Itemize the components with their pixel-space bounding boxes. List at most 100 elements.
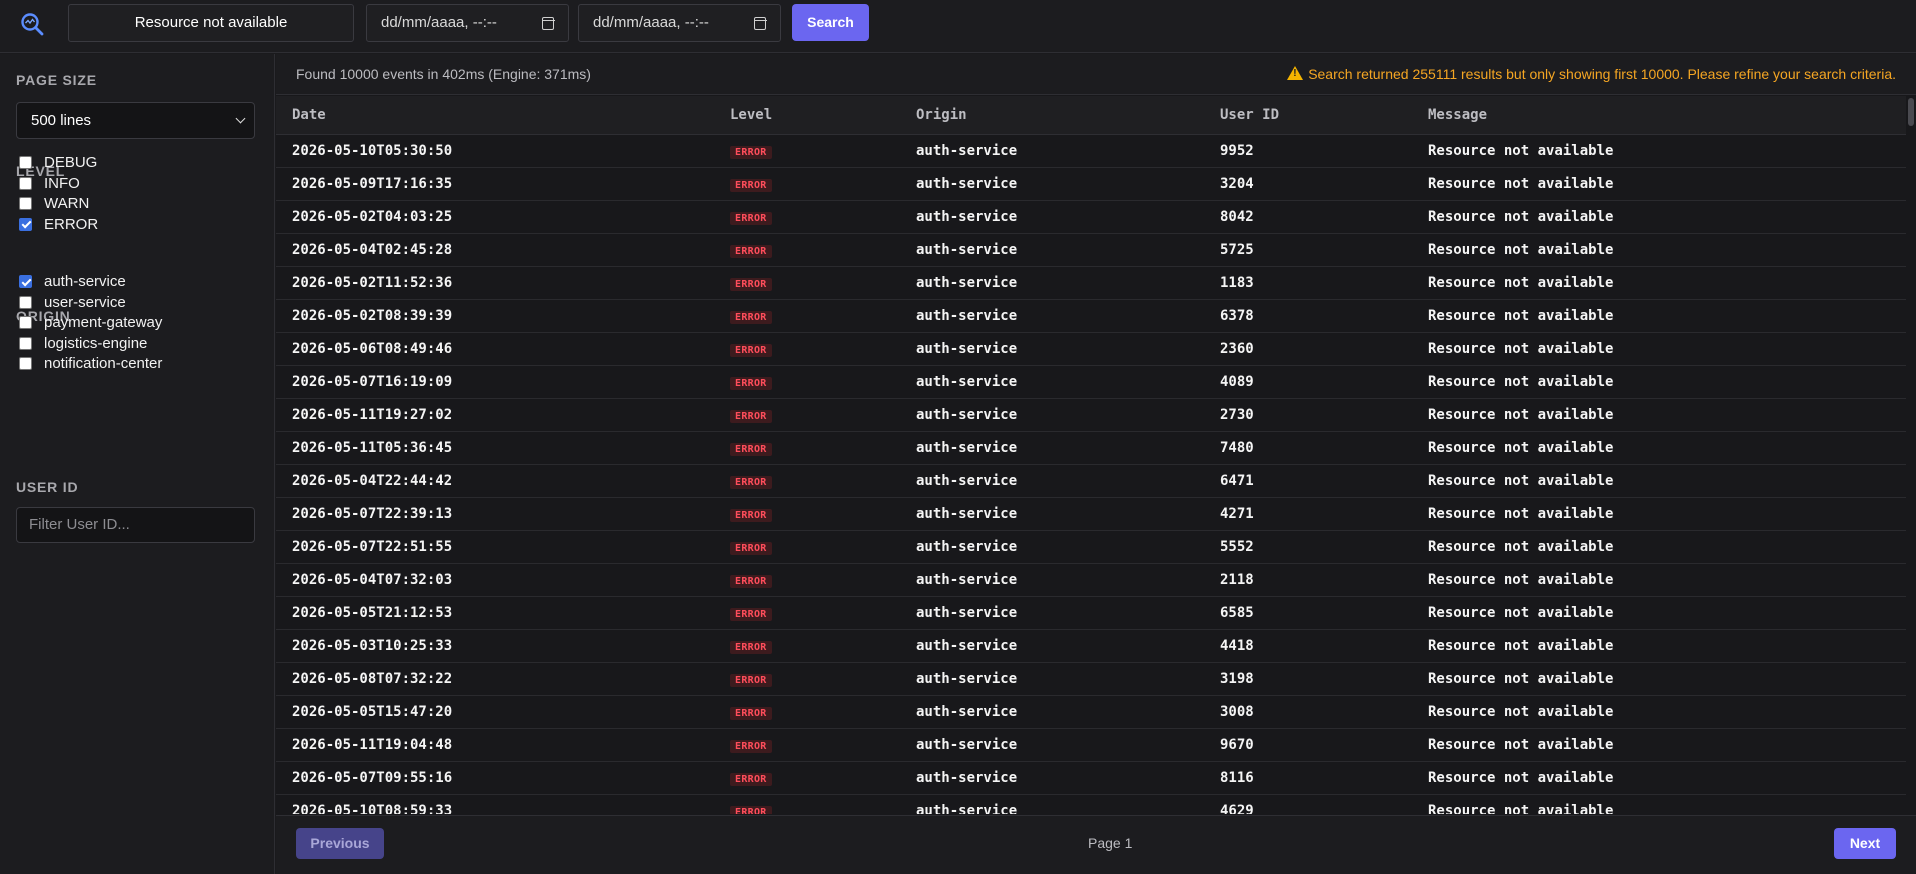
checkbox[interactable] <box>19 197 32 210</box>
cell-origin: auth-service <box>900 662 1204 696</box>
level-badge: ERROR <box>730 145 772 159</box>
checkbox-label: DEBUG <box>44 154 98 171</box>
scrollbar-thumb[interactable] <box>1908 98 1914 126</box>
calendar-icon[interactable] <box>541 17 555 30</box>
table-row[interactable]: 2026-05-09T17:16:35 ERROR auth-service 3204… <box>276 167 1906 201</box>
cell-origin: auth-service <box>900 134 1204 168</box>
cell-message: Resource not available <box>1412 134 1906 168</box>
column-header-date[interactable]: Date <box>276 96 714 135</box>
cell-message: Resource not available <box>1412 431 1906 465</box>
cell-date: 2026-05-02T11:52:36 <box>276 266 714 300</box>
cell-date: 2026-05-07T22:39:13 <box>276 497 714 531</box>
checkbox[interactable] <box>19 275 32 288</box>
table-row[interactable]: 2026-05-07T22:51:55 ERROR auth-service 5552… <box>276 530 1906 564</box>
table-row[interactable]: 2026-05-02T11:52:36 ERROR auth-service 1183… <box>276 266 1906 300</box>
cell-date: 2026-05-09T17:16:35 <box>276 167 714 201</box>
checkbox[interactable] <box>19 357 32 370</box>
cell-message: Resource not available <box>1412 365 1906 399</box>
checkbox[interactable] <box>19 316 32 329</box>
cell-origin: auth-service <box>900 266 1204 300</box>
cell-message: Resource not available <box>1412 794 1906 814</box>
column-header-level[interactable]: Level <box>714 96 900 135</box>
cell-origin: auth-service <box>900 365 1204 399</box>
table-row[interactable]: 2026-05-07T22:39:13 ERROR auth-service 4271… <box>276 497 1906 531</box>
checkbox-label: logistics-engine <box>44 334 148 352</box>
table-row[interactable]: 2026-05-06T08:49:46 ERROR auth-service 2360… <box>276 332 1906 366</box>
level-badge: ERROR <box>730 508 772 522</box>
next-page-button[interactable]: Next <box>1834 828 1896 859</box>
column-header-origin[interactable]: Origin <box>900 96 1204 135</box>
page-size-title: PAGE SIZE <box>16 72 97 88</box>
table-row[interactable]: 2026-05-05T21:12:53 ERROR auth-service 6585… <box>276 596 1906 630</box>
page-size-select[interactable]: 500 lines <box>16 102 255 139</box>
table-row[interactable]: 2026-05-05T15:47:20 ERROR auth-service 3008… <box>276 695 1906 729</box>
cell-date: 2026-05-02T04:03:25 <box>276 200 714 234</box>
table-row[interactable]: 2026-05-07T16:19:09 ERROR auth-service 4089… <box>276 365 1906 399</box>
calendar-icon[interactable] <box>753 17 767 30</box>
cell-origin: auth-service <box>900 530 1204 564</box>
table-row[interactable]: 2026-05-11T19:04:48 ERROR auth-service 9670… <box>276 728 1906 762</box>
cell-message: Resource not available <box>1412 398 1906 432</box>
cell-level: ERROR <box>714 398 900 432</box>
table-row[interactable]: 2026-05-11T05:36:45 ERROR auth-service 7480… <box>276 431 1906 465</box>
cell-message: Resource not available <box>1412 332 1906 366</box>
events-table: Date Level Origin User ID Message 2026-0… <box>276 96 1906 814</box>
table-row[interactable]: 2026-05-04T22:44:42 ERROR auth-service 6471… <box>276 464 1906 498</box>
cell-user-id: 6471 <box>1204 464 1412 498</box>
table-row[interactable]: 2026-05-03T10:25:33 ERROR auth-service 4418… <box>276 629 1906 663</box>
column-header-message[interactable]: Message <box>1412 96 1906 135</box>
cell-user-id: 2118 <box>1204 563 1412 597</box>
table-row[interactable]: 2026-05-02T08:39:39 ERROR auth-service 6378… <box>276 299 1906 333</box>
events-table-container[interactable]: Date Level Origin User ID Message 2026-0… <box>276 96 1916 814</box>
level-badge: ERROR <box>730 574 772 588</box>
checkbox[interactable] <box>19 295 32 309</box>
cell-level: ERROR <box>714 365 900 399</box>
cell-message: Resource not available <box>1412 662 1906 696</box>
table-row[interactable]: 2026-05-10T05:30:50 ERROR auth-service 9952… <box>276 134 1906 168</box>
cell-message: Resource not available <box>1412 299 1906 333</box>
filter-sidebar: PAGE SIZE 500 lines LEVEL DEBUG INFO WARN E… <box>0 54 275 874</box>
table-row[interactable]: 2026-05-04T02:45:28 ERROR auth-service 5725… <box>276 233 1906 267</box>
cell-date: 2026-05-07T22:51:55 <box>276 530 714 564</box>
date-to-input[interactable]: dd/mm/aaaa, --:-- <box>578 4 781 42</box>
table-row[interactable]: 2026-05-04T07:32:03 ERROR auth-service 2118… <box>276 563 1906 597</box>
table-row[interactable]: 2026-05-10T08:59:33 ERROR auth-service 4629… <box>276 794 1906 814</box>
warning-icon <box>1287 66 1304 80</box>
table-row[interactable]: 2026-05-08T07:32:22 ERROR auth-service 3198… <box>276 662 1906 696</box>
cell-level: ERROR <box>714 200 900 234</box>
cell-level: ERROR <box>714 431 900 465</box>
cell-origin: auth-service <box>900 761 1204 795</box>
results-panel: Found 10000 events in 402ms (Engine: 371… <box>276 54 1916 874</box>
cell-date: 2026-05-05T21:12:53 <box>276 596 714 630</box>
cell-user-id: 6585 <box>1204 596 1412 630</box>
page-indicator: Page 1 <box>1088 835 1133 851</box>
search-button[interactable]: Search <box>792 4 869 41</box>
previous-page-button[interactable]: Previous <box>296 828 384 859</box>
checkbox[interactable] <box>19 217 32 231</box>
table-row[interactable]: 2026-05-11T19:27:02 ERROR auth-service 2730… <box>276 398 1906 432</box>
cell-date: 2026-05-06T08:49:46 <box>276 332 714 366</box>
checkbox[interactable] <box>19 156 32 169</box>
cell-user-id: 2730 <box>1204 398 1412 432</box>
column-header-user-id[interactable]: User ID <box>1204 96 1412 135</box>
cell-user-id: 3008 <box>1204 695 1412 729</box>
cell-user-id: 2360 <box>1204 332 1412 366</box>
checkbox[interactable] <box>19 176 32 190</box>
cell-origin: auth-service <box>900 299 1204 333</box>
chevron-down-icon <box>235 113 246 124</box>
magnifier-logo-icon[interactable] <box>19 11 45 37</box>
cell-level: ERROR <box>714 134 900 168</box>
search-input[interactable]: Resource not available <box>68 4 354 42</box>
cell-level: ERROR <box>714 728 900 762</box>
cell-level: ERROR <box>714 629 900 663</box>
cell-user-id: 9952 <box>1204 134 1412 168</box>
user-id-input[interactable]: Filter User ID... <box>16 507 255 543</box>
checkbox[interactable] <box>19 336 32 350</box>
table-row[interactable]: 2026-05-07T09:55:16 ERROR auth-service 8116… <box>276 761 1906 795</box>
cell-user-id: 5725 <box>1204 233 1412 267</box>
date-from-input[interactable]: dd/mm/aaaa, --:-- <box>366 4 569 42</box>
cell-origin: auth-service <box>900 563 1204 597</box>
cell-message: Resource not available <box>1412 233 1906 267</box>
table-row[interactable]: 2026-05-02T04:03:25 ERROR auth-service 8042… <box>276 200 1906 234</box>
cell-date: 2026-05-07T09:55:16 <box>276 761 714 795</box>
